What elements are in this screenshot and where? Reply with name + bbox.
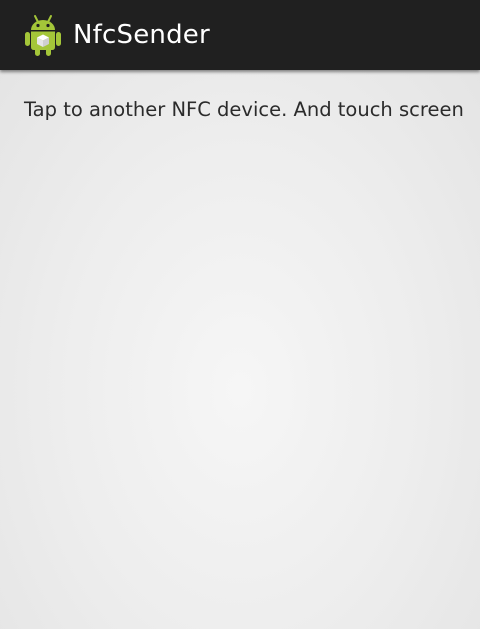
main-content: Tap to another NFC device. And touch scr…	[24, 96, 464, 124]
instruction-text: Tap to another NFC device. And touch scr…	[24, 98, 464, 121]
action-bar: NfcSender	[0, 0, 480, 70]
app-title: NfcSender	[73, 20, 210, 50]
android-robot-icon[interactable]	[24, 13, 62, 57]
app-screen[interactable]: NfcSender Tap to another NFC device. And…	[0, 0, 480, 629]
